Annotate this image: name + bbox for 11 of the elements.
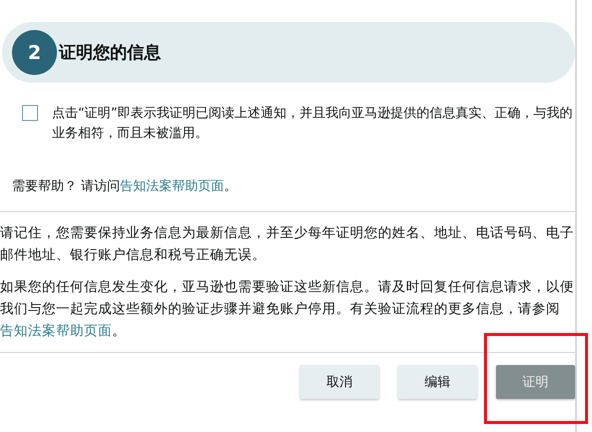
notice-paragraph: 如果您的任何信息发生变化，亚马逊也需要验证这些新信息。请及时回复任何信息请求，以便我们与您一起完成这些额外的验证步骤并避免账户停用。有关验证流程的更多信息，请参阅 告知法案帮助页面。 xyxy=(0,278,575,341)
notice-paragraph: 请记住，您需要保持业务信息为最新信息，并至少每年证明您的姓名、地址、电话号码、电子邮件地址、银行账户信息和税号正确无误。 xyxy=(0,224,575,265)
help-text: 需要帮助？ 请访问告知法案帮助页面。 xyxy=(12,178,238,195)
help-page-link[interactable]: 告知法案帮助页面 xyxy=(120,179,224,194)
attestation-text: 点击“证明”即表示我证明已阅读上述通知，并且我向亚马逊提供的信息真实、正确，与我的业务相符，而且未被滥用。 xyxy=(52,105,574,143)
step-number: 2 xyxy=(12,30,57,75)
button[interactable]: 取消 xyxy=(300,365,379,399)
button[interactable]: 编辑 xyxy=(398,365,477,399)
step-title: 证明您的信息 xyxy=(59,42,161,64)
help-page-link[interactable]: 告知法案帮助页面 xyxy=(0,323,112,339)
checkbox[interactable] xyxy=(22,105,38,121)
